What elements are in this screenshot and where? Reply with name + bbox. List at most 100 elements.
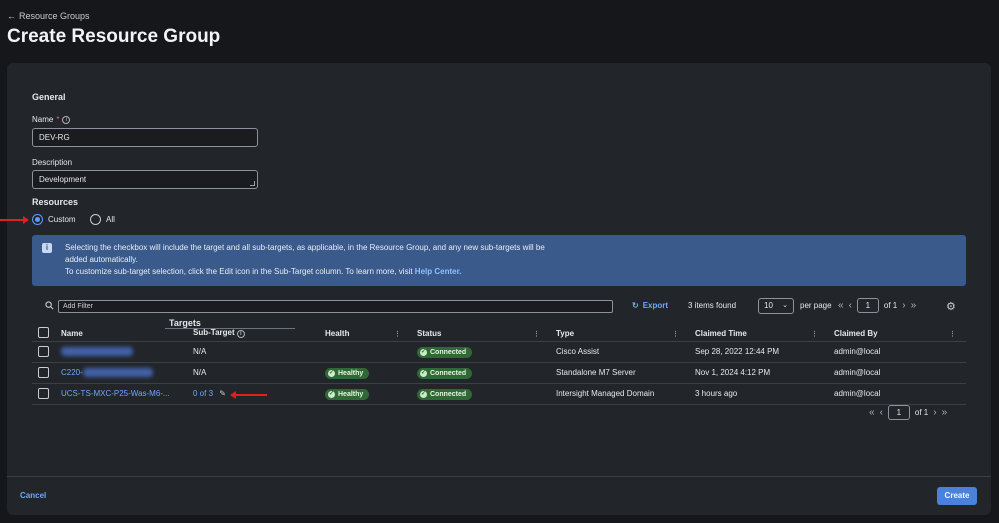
col-type[interactable]: Type ⋮ [550,321,689,342]
table-row: UCS-TS-MXC-P25-Was-M6-... 0 of 3 ✎ ✓ Heal… [32,383,966,405]
claimed-time-cell: 3 hours ago [689,383,828,405]
info-banner: i Selecting the checkbox will include th… [32,235,966,286]
export-button[interactable]: ↻ Export [632,301,668,310]
banner-line-2: added automatically. [65,255,138,264]
col-health[interactable]: Health ⋮ [319,321,411,342]
status-badge: ✓ Connected [417,367,473,379]
banner-line-3: To customize sub-target selection, click… [65,267,462,276]
resources-section-title: Resources [32,197,79,207]
radio-custom-button[interactable] [32,214,43,225]
radio-all[interactable]: All [90,214,115,225]
help-center-link[interactable]: Help Center. [415,267,462,276]
info-icon[interactable]: i [236,329,245,338]
last-page-icon[interactable]: » [911,300,917,311]
row-checkbox[interactable] [38,346,49,357]
top-pager: « ‹ 1 of 1 › » [838,298,916,313]
sub-target-cell: N/A [187,341,319,363]
page-number-input[interactable]: 1 [856,298,879,313]
select-all-cell [32,321,55,342]
col-claimed-time[interactable]: Claimed Time ⋮ [689,321,828,342]
claimed-time-cell: Nov 1, 2024 4:12 PM [689,362,828,384]
select-all-checkbox[interactable] [38,326,49,338]
items-found-count: 3 items found [688,301,737,310]
col-sub-target[interactable]: Sub-Target i [187,321,319,342]
footer-divider [7,476,991,477]
first-page-icon[interactable]: « [838,300,844,311]
status-cell: ✓ Connected [411,362,550,384]
annotation-arrow [0,216,29,224]
gear-icon[interactable]: ⚙ [946,300,956,313]
page-of-label: of 1 [914,408,929,417]
col-name[interactable]: Name [55,321,187,342]
arrow-left-icon: ← [7,11,16,21]
general-section-title: General [32,92,66,102]
name-cell: C220- [55,362,187,384]
target-name-link[interactable]: UCS-TS-MXC-P25-Was-M6-... [61,389,170,398]
claimed-by-cell: admin@local [828,383,966,405]
name-cell [55,341,187,363]
sort-icon[interactable]: ⋮ [949,330,956,338]
status-cell: ✓ Connected [411,383,550,405]
sort-icon[interactable]: ⋮ [533,330,540,338]
info-icon: i [42,243,52,253]
health-cell: ✓ Healthy [319,362,411,384]
info-icon[interactable]: i [62,115,71,124]
table-row: C220- N/A ✓ Healthy ✓ Connected Standalone… [32,362,966,384]
back-link-label: Resource Groups [19,11,90,21]
check-icon: ✓ [328,390,335,398]
sort-icon[interactable]: ⋮ [811,330,818,338]
description-value: Development [39,175,87,184]
row-select-cell [32,362,55,384]
table-toolbar: Add Filter ↻ Export 3 items found 10 ⌄ p… [32,298,966,315]
resize-grip-icon[interactable] [250,181,255,186]
health-cell [319,341,411,363]
redacted-name [82,368,153,378]
page-title: Create Resource Group [7,26,221,47]
back-link-resource-groups[interactable]: ← Resource Groups [7,11,90,21]
radio-all-button[interactable] [90,214,101,225]
claimed-by-cell: admin@local [828,362,966,384]
chevron-down-icon: ⌄ [782,302,788,309]
page-number-input[interactable]: 1 [887,405,910,420]
sort-icon[interactable]: ⋮ [394,330,401,338]
redacted-name[interactable] [61,347,133,357]
last-page-icon[interactable]: » [942,407,948,418]
status-cell: ✓ Connected [411,341,550,363]
sub-target-cell: 0 of 3 ✎ [187,383,319,405]
page-of-label: of 1 [883,301,898,310]
col-status[interactable]: Status ⋮ [411,321,550,342]
row-select-cell [32,341,55,363]
search-icon [45,301,54,310]
prev-page-icon[interactable]: ‹ [880,407,883,418]
check-icon: ✓ [420,348,427,356]
name-input[interactable]: DEV-RG [32,128,258,147]
row-select-cell [32,383,55,405]
per-page-select[interactable]: 10 ⌄ [758,298,794,314]
cancel-button[interactable]: Cancel [20,491,46,500]
table-row: N/A ✓ Connected Cisco Assist Sep 28, 2022… [32,341,966,363]
radio-custom[interactable]: Custom [32,214,76,225]
next-page-icon[interactable]: › [902,300,905,311]
type-cell: Cisco Assist [550,341,689,363]
description-textarea[interactable]: Development [32,170,258,189]
row-checkbox[interactable] [38,367,49,378]
check-icon: ✓ [420,369,427,377]
radio-custom-label: Custom [48,215,76,224]
sub-target-link[interactable]: 0 of 3 [193,389,213,398]
type-cell: Intersight Managed Domain [550,383,689,405]
claimed-time-cell: Sep 28, 2022 12:44 PM [689,341,828,363]
sort-icon[interactable]: ⋮ [672,330,679,338]
row-checkbox[interactable] [38,388,49,399]
target-name-link[interactable]: C220- [61,368,83,377]
first-page-icon[interactable]: « [869,407,875,418]
check-icon: ✓ [328,369,335,377]
add-filter-input[interactable]: Add Filter [58,300,613,313]
create-button[interactable]: Create [937,487,977,505]
next-page-icon[interactable]: › [933,407,936,418]
status-badge: ✓ Connected [417,346,473,358]
health-badge: ✓ Healthy [325,367,370,379]
edit-pencil-icon[interactable]: ✎ [219,389,226,398]
col-claimed-by[interactable]: Claimed By ⋮ [828,321,966,342]
radio-all-label: All [106,215,115,224]
prev-page-icon[interactable]: ‹ [849,300,852,311]
